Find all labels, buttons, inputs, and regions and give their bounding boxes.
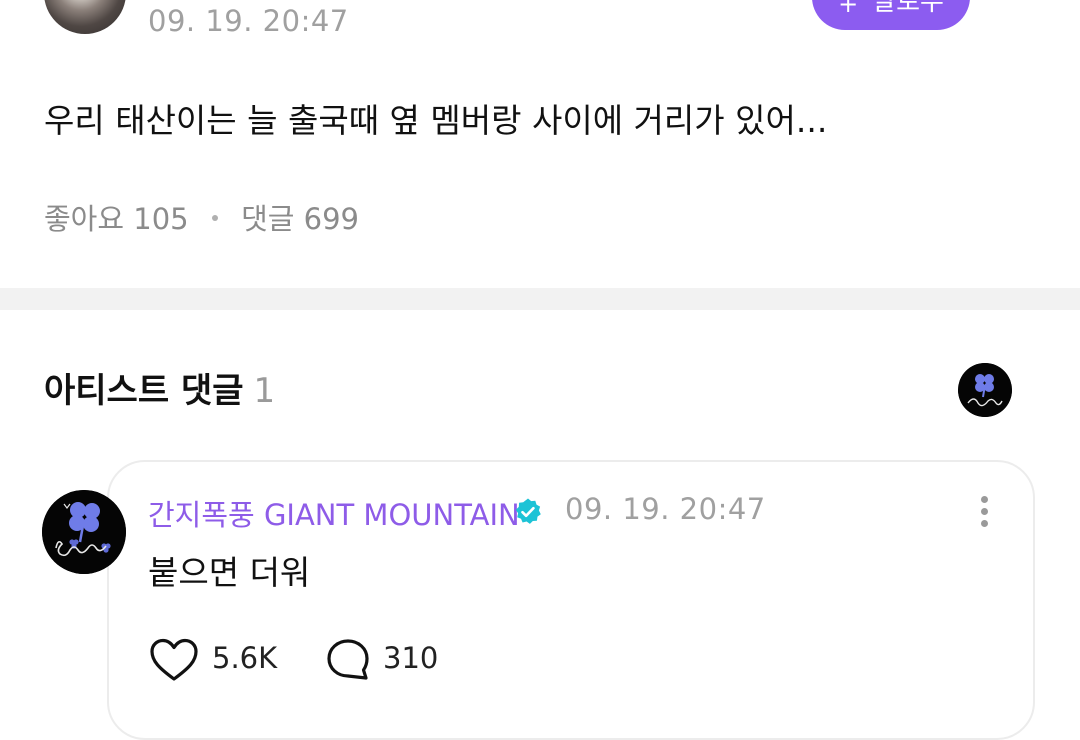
comments-count[interactable]: 699 bbox=[304, 202, 359, 236]
post-author-avatar[interactable] bbox=[44, 0, 126, 34]
likes-count: 105 bbox=[133, 202, 189, 236]
comment-more-options-icon[interactable] bbox=[970, 492, 1000, 532]
stats-separator bbox=[211, 215, 218, 221]
post-timestamp: 09. 19. 20:47 bbox=[148, 4, 349, 38]
artist-comments-title: 아티스트 댓글 bbox=[44, 371, 244, 411]
post-stats: 좋아요 105 댓글 699 bbox=[44, 196, 359, 238]
post-body-text[interactable]: 우리 태산이는 늘 출국때 옆 멤버랑 사이에 거리가 있어... bbox=[44, 94, 827, 142]
comments-label[interactable]: 댓글 bbox=[241, 202, 294, 236]
artist-comments-count: 1 bbox=[253, 371, 276, 411]
comment-author-avatar[interactable] bbox=[42, 490, 126, 574]
artist-avatar-small[interactable] bbox=[958, 363, 1012, 417]
plus-icon: + bbox=[838, 0, 859, 18]
post-more-options-icon[interactable] bbox=[1010, 0, 1040, 22]
comment-text: 붙으면 더워 bbox=[148, 553, 311, 592]
comment-timestamp: 09. 19. 20:47 bbox=[565, 492, 766, 526]
heart-icon[interactable] bbox=[149, 637, 199, 683]
artist-comments-heading: 아티스트 댓글 1 bbox=[44, 363, 275, 412]
follow-button-label: 팔로우 bbox=[872, 0, 944, 17]
comment-like-count: 5.6K bbox=[212, 641, 278, 675]
follow-button[interactable]: + 팔로우 bbox=[812, 0, 970, 30]
section-divider bbox=[0, 288, 1080, 310]
comment-author-name[interactable]: 간지폭풍 GIANT MOUNTAIN bbox=[148, 492, 520, 534]
verified-badge-icon bbox=[513, 497, 543, 527]
likes-label: 좋아요 bbox=[44, 202, 125, 236]
reply-bubble-icon[interactable] bbox=[325, 637, 371, 683]
comment-reply-count: 310 bbox=[383, 641, 439, 675]
